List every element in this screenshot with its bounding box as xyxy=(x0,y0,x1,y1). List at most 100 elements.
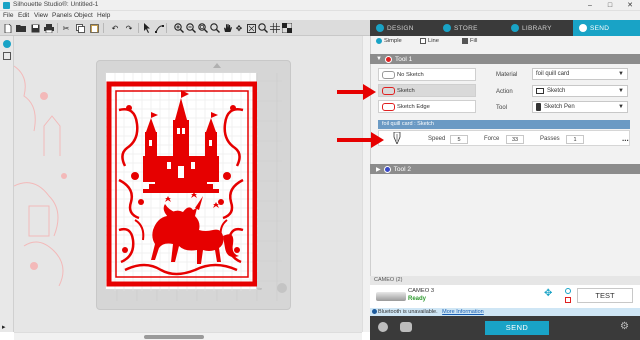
fill-mode-icon xyxy=(462,38,468,44)
grid-icon[interactable] xyxy=(270,23,280,33)
menu-object[interactable]: Object xyxy=(74,12,93,19)
menu-file[interactable]: File xyxy=(3,12,13,19)
toolbar: ✂ ↶ ↷ ✥ xyxy=(0,20,370,36)
gear-icon[interactable]: ⚙ xyxy=(620,321,629,333)
castle-unicorn-design[interactable] xyxy=(105,80,257,288)
shape-tool-icon[interactable] xyxy=(3,52,11,60)
passes-input[interactable]: 1 xyxy=(566,135,584,144)
tab-send[interactable]: SEND xyxy=(573,20,640,36)
print-icon[interactable] xyxy=(44,23,54,33)
zoom-in-icon[interactable] xyxy=(174,23,184,33)
more-information-link[interactable]: More Information xyxy=(442,309,484,315)
sketch-label: Sketch xyxy=(397,87,415,94)
force-input[interactable]: 33 xyxy=(506,135,524,144)
caret-down-icon: ▼ xyxy=(618,88,624,94)
tool-value: Sketch Pen xyxy=(544,104,575,110)
material-action-band: foil quill card : Sketch xyxy=(378,120,630,129)
title-bar: Silhouette Studio®: Untitled-1 – □ ✕ xyxy=(0,0,640,11)
no-sketch-button[interactable]: No Sketch xyxy=(378,68,476,81)
mode-fill[interactable]: Fill xyxy=(462,38,477,44)
material-value: foil quill card xyxy=(536,71,570,77)
menu-help[interactable]: Help xyxy=(97,12,110,19)
main-tabs: DESIGN STORE LIBRARY SEND xyxy=(370,20,640,36)
pixel-view-icon[interactable] xyxy=(282,23,292,33)
select-arrow-icon[interactable] xyxy=(142,23,152,33)
minimize-button[interactable]: – xyxy=(580,0,600,11)
no-sketch-icon xyxy=(382,70,395,79)
machine-status: Ready xyxy=(408,296,427,302)
material-dropdown[interactable]: foil quill card ▼ xyxy=(532,68,628,80)
move-tool-arrows-icon[interactable]: ✥ xyxy=(544,289,552,299)
radio-simple[interactable] xyxy=(376,38,382,44)
cameo-machine-icon xyxy=(376,292,406,301)
passes-label: Passes xyxy=(540,136,560,142)
horizontal-scrollbar[interactable] xyxy=(14,332,362,340)
tool-label: Tool xyxy=(496,105,508,111)
tab-library[interactable]: LIBRARY xyxy=(505,20,573,36)
toolbar-divider xyxy=(57,23,58,33)
expand-arrow-icon[interactable]: ▸ xyxy=(2,324,10,332)
cut-icon[interactable]: ✂ xyxy=(61,23,71,33)
tab-store[interactable]: STORE xyxy=(437,20,505,36)
origin-icon[interactable] xyxy=(565,288,571,294)
menu-edit[interactable]: Edit xyxy=(18,12,29,19)
toolbar-divider xyxy=(166,23,167,33)
paste-icon[interactable] xyxy=(89,23,99,33)
menu-view[interactable]: View xyxy=(34,12,48,19)
mode-line[interactable]: Line xyxy=(420,38,439,44)
tab-store-label: STORE xyxy=(454,24,478,32)
force-label: Force xyxy=(484,136,500,142)
tool1-header[interactable]: ▼ Tool 1 xyxy=(370,54,640,64)
save-icon[interactable] xyxy=(30,23,40,33)
tab-design[interactable]: DESIGN xyxy=(370,20,437,36)
caret-down-icon: ▼ xyxy=(618,71,624,77)
user-action-icon[interactable] xyxy=(400,322,412,332)
tab-send-label: SEND xyxy=(590,24,610,32)
undo-icon[interactable]: ↶ xyxy=(110,23,120,33)
left-tool-strip: ▸ xyxy=(0,36,14,332)
close-button[interactable]: ✕ xyxy=(620,0,640,11)
send-icon xyxy=(579,24,587,32)
tool2-color-dot xyxy=(383,165,391,173)
tool-dropdown[interactable]: Sketch Pen ▼ xyxy=(532,101,628,113)
design-icon xyxy=(376,24,384,32)
open-folder-icon[interactable] xyxy=(16,23,26,33)
fit-page-icon[interactable] xyxy=(246,23,256,33)
sketch-edge-button[interactable]: Sketch Edge xyxy=(378,100,476,113)
send-button[interactable]: SEND xyxy=(485,321,549,335)
tab-library-label: LIBRARY xyxy=(522,24,552,32)
copy-icon[interactable] xyxy=(75,23,85,33)
more-options-button[interactable]: ... xyxy=(622,134,629,143)
no-sketch-label: No Sketch xyxy=(397,71,424,78)
zoom-out-icon[interactable] xyxy=(186,23,196,33)
point-edit-icon[interactable] xyxy=(154,23,164,33)
send-footer: SEND ⚙ xyxy=(370,316,640,340)
bluetooth-message: Bluetooth is unavailable. xyxy=(378,309,438,315)
action-dropdown[interactable]: Sketch ▼ xyxy=(532,85,628,97)
draw-tool-icon[interactable] xyxy=(3,40,11,48)
pan-hand-icon[interactable] xyxy=(222,23,232,33)
toolbar-divider xyxy=(138,23,139,33)
stop-icon[interactable] xyxy=(565,297,571,303)
sketch-button[interactable]: Sketch xyxy=(378,84,476,97)
maximize-button[interactable]: □ xyxy=(600,0,620,11)
menu-bar: File Edit View Panels Object Help xyxy=(0,11,640,20)
zoom-select-icon[interactable] xyxy=(198,23,208,33)
machine-library-icon[interactable] xyxy=(378,322,388,332)
vertical-scrollbar[interactable] xyxy=(362,36,370,332)
scroll-thumb[interactable] xyxy=(144,335,204,339)
tool2-label: Tool 2 xyxy=(393,165,411,173)
new-file-icon[interactable] xyxy=(3,23,13,33)
mode-simple[interactable]: Simple xyxy=(376,38,402,44)
material-label: Material xyxy=(496,72,518,78)
toolbar-divider xyxy=(103,23,104,33)
move-arrows-icon[interactable]: ✥ xyxy=(234,23,244,33)
zoom-drag-icon[interactable] xyxy=(210,23,220,33)
zoom-fit-icon[interactable] xyxy=(258,23,268,33)
test-button[interactable]: TEST xyxy=(577,288,633,303)
menu-panels[interactable]: Panels xyxy=(52,12,72,19)
redo-icon[interactable]: ↷ xyxy=(124,23,134,33)
tool2-header[interactable]: ▶ Tool 2 xyxy=(370,164,640,174)
speed-input[interactable]: 5 xyxy=(450,135,468,144)
window-title: Silhouette Studio®: Untitled-1 xyxy=(13,1,99,8)
